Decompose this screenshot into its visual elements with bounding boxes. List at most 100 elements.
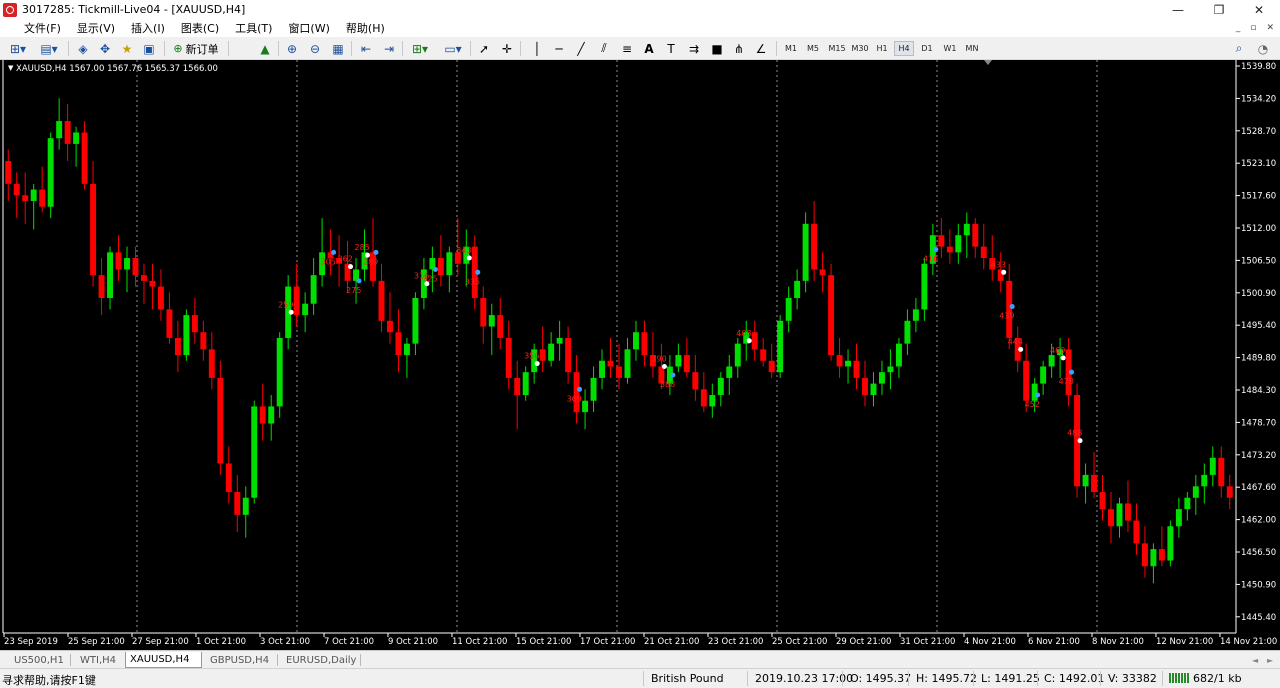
timeframe-m30[interactable]: M30	[849, 41, 871, 56]
candle-body	[208, 349, 215, 378]
candle-body	[115, 252, 122, 270]
navigator-icon[interactable]: ✥	[96, 40, 114, 57]
trade-marker-label: 343	[456, 246, 471, 255]
menu-charts[interactable]: 图表(C)	[173, 20, 227, 36]
connection-status-icon[interactable]	[1169, 673, 1189, 683]
mdi-restore-icon[interactable]: ▫	[1250, 19, 1256, 37]
trade-marker-label: 335	[465, 277, 480, 286]
candle-body	[607, 360, 614, 367]
price-tick-label: 1456.50	[1241, 548, 1276, 558]
vertical-line-icon[interactable]: │	[528, 40, 546, 57]
text-icon[interactable]: A	[640, 40, 658, 57]
status-profile: British Pound	[651, 672, 724, 685]
tab-eurusd[interactable]: EURUSD,Daily	[282, 652, 360, 668]
candle-body	[64, 121, 71, 144]
candle-body	[548, 343, 555, 361]
profiles-icon[interactable]: ▤▾	[36, 40, 62, 57]
candle-body	[242, 497, 249, 515]
templates-icon[interactable]: ▭▾	[440, 40, 466, 57]
tab-gbpusd[interactable]: GBPUSD,H4	[206, 652, 273, 668]
candle-body	[217, 377, 224, 464]
trade-marker-dot	[534, 361, 540, 367]
tile-windows-icon[interactable]: ▦	[329, 40, 347, 57]
timeframe-h4[interactable]: H4	[894, 41, 914, 56]
menu-tools[interactable]: 工具(T)	[227, 20, 280, 36]
candle-body	[497, 315, 504, 338]
chart-shift-icon[interactable]: ⇤	[357, 40, 375, 57]
candle-body	[1006, 280, 1013, 338]
terminal-icon[interactable]: ★	[118, 40, 136, 57]
gann-icon[interactable]: ∠	[752, 40, 770, 57]
menu-window[interactable]: 窗口(W)	[280, 20, 337, 36]
pitchfork-icon[interactable]: ⋔	[730, 40, 748, 57]
candle-body	[30, 189, 37, 201]
autotrading-icon[interactable]: ▲	[256, 40, 274, 57]
menu-file[interactable]: 文件(F)	[16, 20, 69, 36]
tab-xauusd[interactable]: XAUUSD,H4	[125, 652, 202, 668]
tab-us500[interactable]: US500,H1	[10, 652, 68, 668]
market-watch-icon[interactable]: ◈	[74, 40, 92, 57]
timeframe-m5[interactable]: M5	[803, 41, 823, 56]
chart-window[interactable]: 259 305 262 275 285 289 316 325 343 335 356 369 390 3…	[0, 60, 1280, 650]
candle-body	[565, 337, 572, 373]
new-chart-icon[interactable]: ⊞▾	[6, 40, 30, 57]
candle-body	[157, 286, 164, 310]
candle-body	[1209, 457, 1216, 475]
trade-marker-dot	[1009, 304, 1015, 310]
candle-body	[853, 360, 860, 378]
tabs-scroll-right-icon[interactable]: ►	[1263, 652, 1277, 668]
mdi-minimize-icon[interactable]: _	[1236, 19, 1241, 37]
status-datetime: 2019.10.23 17:00	[755, 672, 854, 685]
tabs-scroll-left-icon[interactable]: ◄	[1248, 652, 1262, 668]
chat-icon[interactable]: ◔	[1254, 40, 1272, 57]
trade-marker-dot	[746, 338, 752, 344]
close-button[interactable]: ✕	[1236, 0, 1280, 19]
cursor-icon[interactable]: ➚	[475, 40, 493, 57]
menu-insert[interactable]: 插入(I)	[123, 20, 173, 36]
timeframe-m15[interactable]: M15	[826, 41, 848, 56]
candle-body	[1023, 360, 1030, 401]
rectangle-icon[interactable]: ■	[708, 40, 726, 57]
candle-body	[709, 395, 716, 407]
candle-body	[692, 372, 699, 390]
crosshair-icon[interactable]: ✛	[498, 40, 516, 57]
window-title: 3017285: Tickmill-Live04 - [XAUUSD,H4]	[22, 3, 246, 16]
search-icon[interactable]: ⌕	[1230, 40, 1248, 57]
mdi-close-icon[interactable]: ✕	[1266, 19, 1274, 37]
candle-body	[912, 309, 919, 321]
time-tick-label: 8 Nov 21:00	[1092, 637, 1144, 647]
trade-marker-label: 325	[422, 274, 437, 283]
zoom-in-icon[interactable]: ⊕	[283, 40, 301, 57]
symbol-header: XAUUSD,H4 1567.00 1567.76 1565.37 1566.0…	[16, 64, 218, 74]
timeframe-mn[interactable]: MN	[962, 41, 982, 56]
menu-view[interactable]: 显示(V)	[69, 20, 123, 36]
new-order-button[interactable]: ⊕ 新订单	[170, 40, 222, 57]
timeframe-d1[interactable]: D1	[917, 41, 937, 56]
candle-body	[412, 297, 419, 344]
minimize-button[interactable]: —	[1155, 0, 1201, 19]
time-tick-label: 27 Sep 21:00	[132, 637, 189, 647]
trade-marker-label: 408	[736, 329, 751, 338]
candle-body	[514, 377, 521, 396]
candle-body	[98, 275, 105, 298]
fibonacci-icon[interactable]: ≡	[618, 40, 636, 57]
text-label-icon[interactable]: T	[662, 40, 680, 57]
candle-body	[132, 258, 139, 276]
horizontal-line-icon[interactable]: ─	[550, 40, 568, 57]
zoom-out-icon[interactable]: ⊖	[306, 40, 324, 57]
data-window-icon[interactable]: ▣	[140, 40, 158, 57]
auto-scroll-icon[interactable]: ⇥	[380, 40, 398, 57]
equidistant-channel-icon[interactable]: ⫽	[595, 40, 613, 57]
time-tick-label: 23 Sep 2019	[4, 637, 58, 647]
trade-marker-label: 289	[363, 257, 378, 266]
timeframe-m1[interactable]: M1	[781, 41, 801, 56]
menu-help[interactable]: 帮助(H)	[338, 20, 393, 36]
arrows-icon[interactable]: ⇉	[685, 40, 703, 57]
price-chart[interactable]: 259305 2622752852893163253433353563693903…	[0, 60, 1280, 650]
timeframe-w1[interactable]: W1	[940, 41, 960, 56]
timeframe-h1[interactable]: H1	[872, 41, 892, 56]
candle-body	[149, 280, 156, 287]
trendline-icon[interactable]: ╱	[572, 40, 590, 57]
tab-wti[interactable]: WTI,H4	[76, 652, 120, 668]
indicators-icon[interactable]: ⊞▾	[407, 40, 433, 57]
